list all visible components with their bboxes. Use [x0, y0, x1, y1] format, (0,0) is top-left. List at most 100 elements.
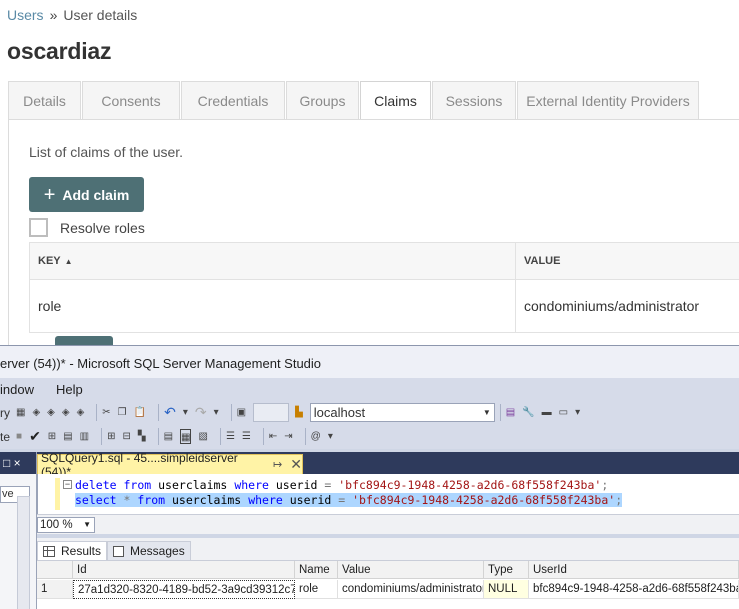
result-cell-value[interactable]: condominiums/administrator — [338, 580, 484, 599]
redo-icon[interactable]: ↷ — [195, 405, 207, 420]
toolbar-overflow-icon[interactable]: ▾ — [575, 405, 580, 420]
undo-icon[interactable]: ↶ — [164, 405, 176, 420]
tab-sessions[interactable]: Sessions — [432, 81, 516, 119]
breadcrumb-users-link[interactable]: Users — [7, 7, 44, 23]
tab-results[interactable]: Results — [37, 541, 108, 560]
user-details-page: Users » User details oscardiaz Details Con… — [0, 0, 739, 345]
query-options-icon[interactable]: ▤ — [63, 429, 72, 444]
result-cell-userid[interactable]: bfc894c9-1948-4258-a2d6-68f558f243ba — [529, 580, 739, 599]
resolve-roles-checkbox[interactable] — [29, 218, 48, 237]
code-token: userid — [289, 493, 332, 507]
code-token: * — [123, 493, 131, 507]
paste-icon[interactable]: 📋 — [134, 405, 146, 420]
database-dropdown[interactable] — [253, 403, 290, 422]
parse-checkmark-icon[interactable]: ✔ — [29, 429, 41, 444]
column-header-key[interactable]: KEY ▲ — [29, 242, 516, 280]
result-cell-id[interactable]: 27a1d320-8320-4189-bd52-3a9cd39312c7 — [73, 580, 295, 599]
include-plan-icon[interactable]: ⊞ — [107, 429, 115, 444]
editor-status-row: 100 % ▼ — [37, 514, 739, 534]
add-claim-label: Add claim — [62, 186, 130, 203]
properties-wrench-icon[interactable]: 🔧 — [522, 405, 534, 420]
pin-icon[interactable]: ↦ — [273, 458, 282, 471]
menu-window[interactable]: indow — [0, 382, 34, 397]
toolbar-divider — [230, 404, 232, 421]
result-cell-type[interactable]: NULL — [484, 580, 529, 599]
zoom-value: 100 % — [40, 519, 73, 531]
cut-icon[interactable]: ✂ — [102, 405, 110, 420]
specify-template-values-icon[interactable]: @ — [311, 429, 321, 444]
sql-editor[interactable]: − delete from userclaims where userid = … — [37, 474, 739, 514]
add-claim-button[interactable]: + Add claim — [29, 177, 144, 212]
code-token: = — [324, 478, 332, 492]
undo-dropdown-icon[interactable]: ▾ — [183, 405, 188, 420]
close-icon[interactable]: ✕ — [290, 456, 302, 473]
server-dropdown[interactable]: localhost ▼ — [309, 403, 495, 422]
tab-external-identity-providers[interactable]: External Identity Providers — [517, 81, 699, 119]
menu-help[interactable]: Help — [56, 382, 83, 397]
column-header-value[interactable]: Value — [338, 561, 484, 579]
column-header-value[interactable]: VALUE — [515, 242, 739, 280]
results-to-file-icon[interactable]: ▧ — [198, 429, 207, 444]
code-line-2-selected: select * from userclaims where userid = … — [75, 493, 623, 507]
code-token: from — [123, 478, 152, 492]
row-number-cell[interactable]: 1 — [37, 580, 73, 599]
hidden-button-edge[interactable] — [55, 336, 113, 345]
uncomment-icon[interactable]: ☰ — [242, 429, 251, 444]
code-token: ; — [601, 478, 609, 492]
tab-claims[interactable]: Claims — [360, 81, 431, 120]
copy-icon[interactable]: ❐ — [118, 405, 127, 420]
object-explorer-scrollbar[interactable] — [17, 496, 30, 609]
query-document-tab[interactable]: SQLQuery1.sql - 45....simpleidserver (54… — [37, 451, 303, 479]
toolbar-fragment: te — [0, 429, 11, 444]
code-token: ; — [615, 493, 623, 507]
mdx-icon[interactable]: ◈ — [32, 405, 40, 420]
live-stats-icon[interactable]: ⊟ — [122, 429, 130, 444]
table-row[interactable]: role condominiums/administrator — [29, 279, 739, 333]
toolbox-icon[interactable]: ▬ — [542, 405, 552, 420]
toolbar-overflow-icon[interactable]: ▾ — [328, 429, 333, 444]
zoom-dropdown[interactable]: 100 % ▼ — [37, 517, 95, 533]
tab-groups[interactable]: Groups — [286, 81, 359, 119]
results-to-grid-icon[interactable]: ▦ — [180, 429, 192, 444]
row-number-header — [37, 561, 73, 579]
claim-key-cell: role — [29, 279, 516, 333]
code-token: = — [338, 493, 346, 507]
code-token: from — [137, 493, 166, 507]
column-header-type[interactable]: Type — [484, 561, 529, 579]
results-to-text-icon[interactable]: ▤ — [164, 429, 173, 444]
decrease-indent-icon[interactable]: ⇤ — [269, 429, 277, 444]
sql-editor-toolbar: te ■ ✔ ⊞ ▤ ▥ ⊞ ⊟ ▚ ▤ ▦ ▧ ☰ ☰ ⇤ ⇥ @ ▾ — [0, 424, 739, 449]
claim-value-cell: condominiums/administrator — [515, 279, 739, 333]
object-explorer-panel: □ × ve — [0, 452, 37, 609]
tab-messages[interactable]: Messages — [107, 541, 191, 560]
result-cell-name[interactable]: role — [295, 580, 338, 599]
column-header-key-label: KEY — [38, 255, 61, 267]
breadcrumb-current: User details — [63, 7, 138, 23]
ssms-window: erver (54))* - Microsoft SQL Server Mana… — [0, 345, 739, 609]
tab-details[interactable]: Details — [8, 81, 81, 119]
cancel-query-icon[interactable]: ■ — [16, 429, 22, 444]
dax-icon[interactable]: ◈ — [77, 405, 85, 420]
column-header-name[interactable]: Name — [295, 561, 338, 579]
increase-indent-icon[interactable]: ⇥ — [284, 429, 292, 444]
query-icon[interactable]: ▦ — [16, 405, 25, 420]
solution-explorer-icon[interactable]: ▤ — [506, 405, 515, 420]
redo-dropdown-icon[interactable]: ▾ — [214, 405, 219, 420]
collapse-icon[interactable]: − — [63, 480, 72, 489]
activity-monitor-icon[interactable]: ▣ — [237, 405, 246, 420]
find-icon[interactable]: ▙ — [295, 405, 303, 420]
tab-credentials[interactable]: Credentials — [181, 81, 285, 119]
object-explorer-header[interactable]: □ × — [0, 452, 36, 474]
display-plan-icon[interactable]: ⊞ — [48, 429, 56, 444]
client-stats-icon[interactable]: ▚ — [138, 429, 146, 444]
command-window-icon[interactable]: ▭ — [559, 405, 568, 420]
column-header-userid[interactable]: UserId — [529, 561, 739, 579]
intellisense-icon[interactable]: ▥ — [80, 429, 89, 444]
dmx-icon[interactable]: ◈ — [47, 405, 55, 420]
menu-bar: indow Help — [0, 378, 739, 400]
comment-icon[interactable]: ☰ — [226, 429, 235, 444]
xmla-icon[interactable]: ◈ — [62, 405, 70, 420]
column-header-id[interactable]: Id — [73, 561, 295, 579]
tab-consents[interactable]: Consents — [82, 81, 180, 119]
breadcrumb-separator: » — [49, 7, 58, 23]
